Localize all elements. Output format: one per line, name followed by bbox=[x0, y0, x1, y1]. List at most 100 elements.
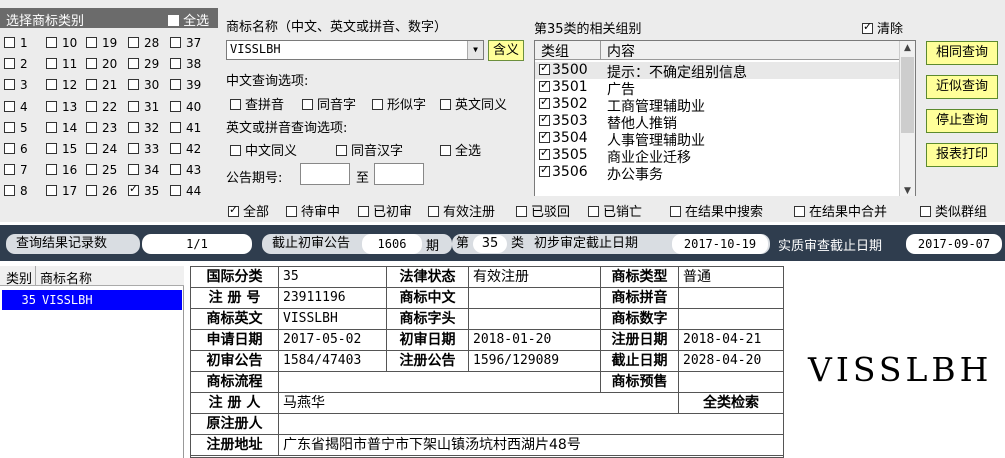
filter-expired[interactable]: 已销亡 bbox=[588, 201, 642, 220]
filter-search-in-results[interactable]: 在结果中搜索 bbox=[670, 201, 763, 220]
category-checkbox[interactable] bbox=[46, 58, 57, 70]
category-checkbox[interactable] bbox=[46, 185, 57, 197]
category-6[interactable]: 6 bbox=[4, 142, 28, 156]
category-checkbox[interactable] bbox=[46, 100, 57, 112]
category-41[interactable]: 41 bbox=[170, 121, 201, 135]
similar-search-button[interactable]: 近似查询 bbox=[926, 75, 998, 99]
group-row[interactable]: 3502工商管理辅助业 bbox=[535, 95, 899, 115]
category-checkbox[interactable] bbox=[46, 79, 57, 91]
category-11[interactable]: 11 bbox=[46, 57, 77, 71]
filter-rejected[interactable]: 已驳回 bbox=[516, 201, 570, 220]
category-checkbox[interactable] bbox=[86, 100, 97, 112]
category-checkbox[interactable] bbox=[170, 164, 181, 176]
group-checkbox[interactable] bbox=[539, 163, 550, 177]
category-15[interactable]: 15 bbox=[46, 142, 77, 156]
category-checkbox[interactable] bbox=[86, 185, 97, 197]
category-29[interactable]: 29 bbox=[128, 57, 159, 71]
group-row[interactable]: 3504人事管理辅助业 bbox=[535, 129, 899, 149]
category-30[interactable]: 30 bbox=[128, 78, 159, 92]
clear-groups[interactable]: 清除 bbox=[862, 18, 903, 37]
category-checkbox[interactable] bbox=[128, 143, 139, 154]
category-34[interactable]: 34 bbox=[128, 163, 159, 177]
category-checkbox[interactable] bbox=[128, 121, 139, 133]
category-19[interactable]: 19 bbox=[86, 36, 117, 50]
category-16[interactable]: 16 bbox=[46, 163, 77, 177]
print-report-button[interactable]: 报表打印 bbox=[926, 143, 998, 167]
group-scrollbar[interactable]: ▲ ▼ bbox=[899, 41, 915, 199]
category-checkbox[interactable] bbox=[46, 164, 57, 176]
category-checkbox[interactable] bbox=[86, 121, 97, 133]
cn-option-homophone[interactable]: 同音字 bbox=[302, 94, 356, 113]
dropdown-arrow-icon[interactable]: ▼ bbox=[467, 41, 483, 59]
value-flow[interactable] bbox=[279, 372, 601, 393]
col-class[interactable]: 类别 bbox=[0, 266, 36, 287]
category-checkbox[interactable] bbox=[4, 37, 15, 48]
category-checkbox[interactable] bbox=[46, 121, 57, 133]
category-1[interactable]: 1 bbox=[4, 36, 28, 50]
issue-to-input[interactable] bbox=[374, 163, 424, 185]
group-checkbox[interactable] bbox=[539, 129, 550, 143]
category-checkbox[interactable] bbox=[4, 185, 15, 197]
category-checkbox[interactable] bbox=[4, 164, 15, 176]
category-5[interactable]: 5 bbox=[4, 121, 28, 135]
category-23[interactable]: 23 bbox=[86, 121, 117, 135]
category-3[interactable]: 3 bbox=[4, 78, 28, 92]
select-all-categories[interactable]: 全选 bbox=[168, 10, 209, 29]
category-7[interactable]: 7 bbox=[4, 163, 28, 177]
category-32[interactable]: 32 bbox=[128, 121, 159, 135]
category-21[interactable]: 21 bbox=[86, 78, 117, 92]
issue-from-input[interactable] bbox=[300, 163, 350, 185]
group-checkbox[interactable] bbox=[539, 112, 550, 126]
en-option-select-all[interactable]: 全选 bbox=[440, 140, 481, 159]
group-row[interactable]: 3506 办公事务 bbox=[535, 163, 899, 183]
category-checkbox[interactable] bbox=[4, 79, 15, 91]
table-row[interactable]: 35 VISSLBH bbox=[2, 290, 182, 310]
category-38[interactable]: 38 bbox=[170, 57, 201, 71]
category-checkbox[interactable] bbox=[128, 100, 139, 112]
select-all-checkbox[interactable] bbox=[168, 15, 179, 26]
category-checkbox[interactable] bbox=[170, 37, 181, 48]
category-40[interactable]: 40 bbox=[170, 100, 201, 114]
category-37[interactable]: 37 bbox=[170, 36, 201, 50]
category-checkbox[interactable] bbox=[170, 100, 181, 112]
cn-option-similar-shape[interactable]: 形似字 bbox=[372, 94, 426, 113]
category-checkbox[interactable] bbox=[4, 100, 15, 112]
category-checkbox[interactable] bbox=[86, 164, 97, 176]
stop-search-button[interactable]: 停止查询 bbox=[926, 109, 998, 133]
group-checkbox[interactable] bbox=[539, 95, 550, 109]
category-22[interactable]: 22 bbox=[86, 100, 117, 114]
filter-pending[interactable]: 待审中 bbox=[286, 201, 340, 220]
category-checkbox[interactable] bbox=[128, 182, 139, 197]
all-class-search-button[interactable]: 全类检索 bbox=[679, 393, 783, 414]
col-content[interactable]: 内容 bbox=[603, 41, 635, 61]
category-39[interactable]: 39 bbox=[170, 78, 201, 92]
group-row[interactable]: 3501广告 bbox=[535, 78, 899, 98]
category-25[interactable]: 25 bbox=[86, 163, 117, 177]
category-checkbox[interactable] bbox=[170, 58, 181, 70]
group-checkbox[interactable] bbox=[539, 61, 550, 75]
en-option-cn-synonym[interactable]: 中文同义 bbox=[230, 140, 297, 159]
category-checkbox[interactable] bbox=[86, 79, 97, 91]
en-option-homophone-hanzi[interactable]: 同音汉字 bbox=[336, 140, 403, 159]
category-checkbox[interactable] bbox=[170, 121, 181, 133]
trademark-name-input[interactable]: VISSLBH ▼ bbox=[226, 40, 484, 60]
category-20[interactable]: 20 bbox=[86, 57, 117, 71]
category-checkbox[interactable] bbox=[170, 79, 181, 91]
filter-similar-groups[interactable]: 类似群组 bbox=[920, 201, 987, 220]
category-checkbox[interactable] bbox=[4, 121, 15, 133]
group-row[interactable]: 3500提示：不确定组别信息 bbox=[535, 61, 899, 81]
category-12[interactable]: 12 bbox=[46, 78, 77, 92]
category-42[interactable]: 42 bbox=[170, 142, 201, 156]
category-checkbox[interactable] bbox=[128, 164, 139, 176]
filter-all[interactable]: 全部 bbox=[228, 201, 269, 220]
col-group[interactable]: 类组 bbox=[535, 41, 601, 60]
scroll-thumb[interactable] bbox=[901, 57, 914, 133]
category-14[interactable]: 14 bbox=[46, 121, 77, 135]
category-checkbox[interactable] bbox=[46, 37, 57, 48]
category-checkbox[interactable] bbox=[4, 58, 15, 70]
category-checkbox[interactable] bbox=[128, 37, 139, 48]
category-checkbox[interactable] bbox=[86, 58, 97, 70]
category-checkbox[interactable] bbox=[4, 143, 15, 154]
category-33[interactable]: 33 bbox=[128, 142, 159, 156]
scroll-up-icon[interactable]: ▲ bbox=[900, 41, 915, 56]
